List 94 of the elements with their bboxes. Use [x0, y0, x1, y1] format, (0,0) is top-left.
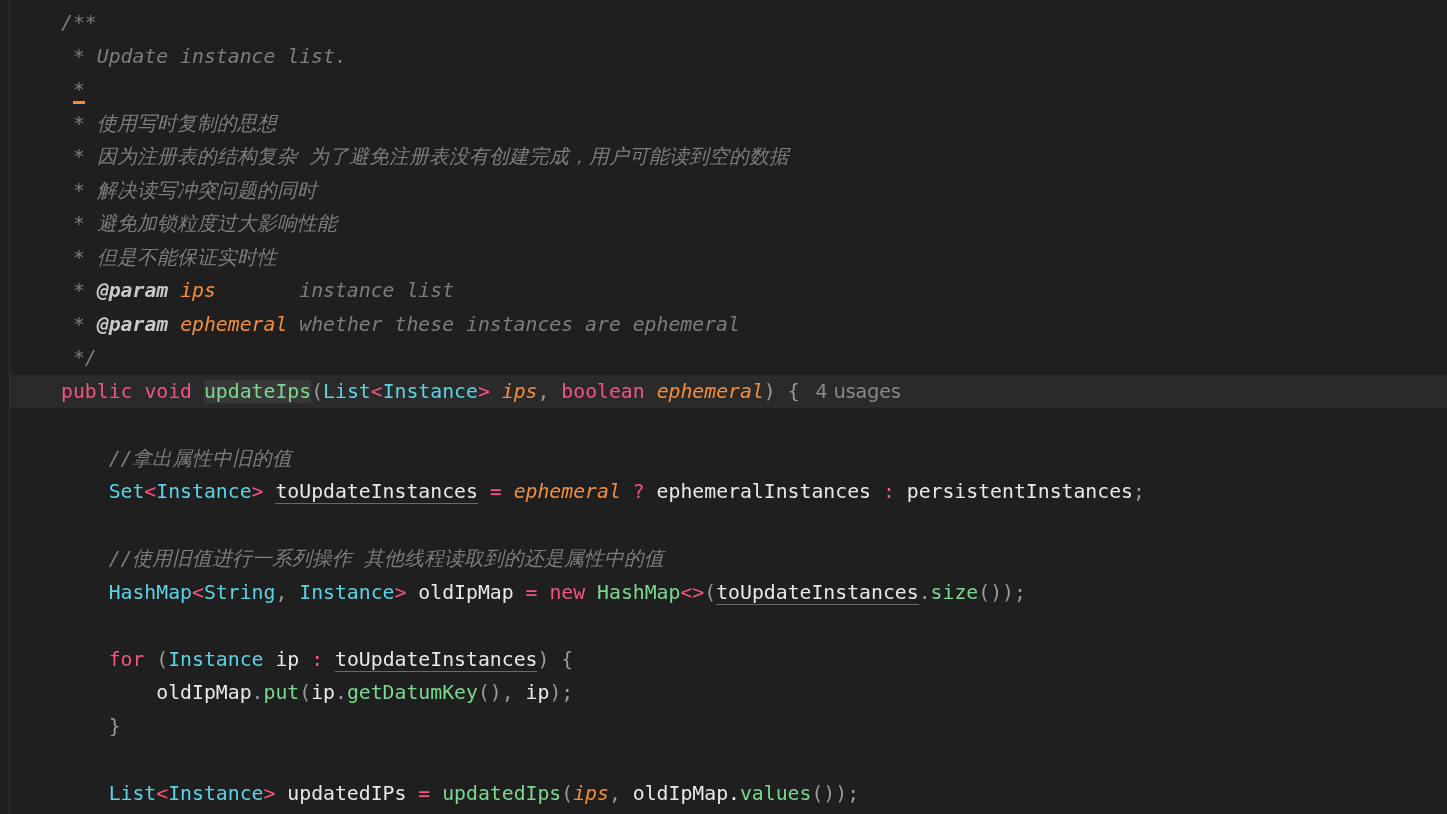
method-call: values	[739, 781, 812, 805]
code-identifier: ip	[525, 681, 550, 704]
code-comment: /**	[61, 11, 97, 34]
code-operator: ?	[632, 480, 645, 503]
code-operator: <	[370, 379, 383, 403]
code-identifier: ephemeralInstances	[656, 480, 871, 503]
code-operator: =	[525, 580, 538, 604]
code-punctuation: .	[251, 681, 264, 704]
type-name: HashMap	[108, 580, 192, 604]
code-punctuation: }	[108, 714, 121, 738]
code-comment: *	[72, 312, 85, 336]
parameter-name: ips	[573, 781, 609, 805]
code-punctuation: (	[561, 781, 574, 805]
code-punctuation: (),	[477, 681, 514, 704]
type-name: Instance	[382, 379, 478, 403]
code-operator: :	[882, 480, 895, 503]
code-punctuation: (	[311, 379, 324, 403]
code-operator: >	[251, 480, 264, 503]
type-name: Set	[108, 480, 145, 503]
code-comment: * 因为注册表的结构复杂 为了避免注册表没有创建完成，用户可能读到空的数据	[72, 145, 789, 168]
code-keyword: new	[549, 580, 586, 604]
parameter-name: ephemeral	[656, 379, 764, 403]
code-punctuation: ,	[608, 781, 621, 805]
code-keyword: void	[144, 379, 193, 403]
code-operator: >	[263, 781, 276, 805]
code-punctuation: )	[537, 647, 550, 671]
code-identifier: toUpdateInstances	[275, 480, 478, 504]
code-punctuation: .	[918, 580, 931, 604]
code-identifier: persistentInstances	[906, 480, 1133, 503]
parameter-name: ephemeral	[513, 480, 621, 503]
code-keyword: for	[108, 647, 145, 671]
code-identifier: oldIpMap.	[632, 781, 740, 805]
doc-tag: @param	[96, 279, 169, 302]
code-operator: =	[489, 480, 502, 503]
code-punctuation: ());	[811, 781, 860, 805]
method-call: size	[930, 580, 979, 604]
code-punctuation: .	[334, 681, 347, 704]
code-identifier: ip	[311, 681, 335, 704]
doc-tag: @param	[96, 312, 169, 336]
code-operator: <	[144, 480, 157, 503]
code-comment: whether these instances are ephemeral	[299, 312, 740, 336]
code-comment: *	[72, 78, 85, 104]
type-name: Instance	[168, 781, 264, 805]
code-identifier: updatedIPs	[287, 781, 407, 805]
code-punctuation: )	[763, 379, 776, 403]
code-comment: //使用旧值进行一系列操作 其他线程读取到的还是属性中的值	[108, 547, 665, 570]
code-punctuation: );	[549, 681, 574, 704]
method-call: updatedIps	[442, 781, 562, 805]
code-comment: * 使用写时复制的思想	[72, 111, 277, 135]
code-punctuation: ;	[1133, 480, 1145, 503]
code-comment: * 但是不能保证实时性	[72, 245, 277, 269]
method-call: HashMap	[597, 580, 681, 604]
type-name: Instance	[299, 580, 395, 604]
code-operator: :	[311, 647, 324, 671]
code-comment: //拿出属性中旧的值	[108, 446, 293, 470]
method-call: put	[263, 681, 300, 704]
code-operator: =	[418, 781, 431, 805]
code-identifier: oldIpMap	[156, 681, 252, 704]
code-punctuation: ());	[978, 580, 1026, 604]
code-comment: * Update instance list.	[72, 44, 347, 68]
type-name: List	[108, 781, 157, 805]
code-keyword: public	[61, 379, 133, 403]
code-keyword: boolean	[561, 379, 645, 403]
type-name: Instance	[168, 647, 264, 671]
code-punctuation: (	[156, 647, 169, 671]
code-punctuation: (	[299, 681, 312, 704]
code-operator: >	[477, 379, 490, 403]
code-operator: <	[156, 781, 169, 805]
code-comment: * 解决读写冲突问题的同时	[72, 178, 317, 202]
code-punctuation: (	[704, 580, 717, 604]
method-call: getDatumKey	[346, 681, 478, 704]
doc-parameter: ips	[180, 278, 217, 304]
code-comment: */	[72, 346, 97, 369]
code-comment: instance list	[299, 279, 455, 302]
code-identifier: oldIpMap	[418, 580, 514, 604]
code-punctuation: {	[787, 379, 800, 403]
code-comment: * 避免加锁粒度过大影响性能	[72, 212, 337, 235]
code-operator: >	[394, 580, 407, 604]
code-comment: *	[72, 279, 85, 302]
type-name: String	[203, 580, 276, 604]
parameter-name: ips	[501, 379, 538, 403]
method-name: updateIps	[203, 379, 312, 403]
doc-parameter: ephemeral	[180, 311, 288, 338]
code-punctuation: {	[561, 647, 574, 671]
code-operator: <	[192, 580, 204, 604]
code-identifier: toUpdateInstances	[716, 580, 919, 605]
type-name: List	[323, 379, 371, 403]
code-punctuation: ,	[275, 580, 288, 604]
code-operator: <>	[680, 580, 705, 604]
code-identifier: ip	[275, 647, 300, 671]
code-identifier: toUpdateInstances	[335, 647, 538, 672]
code-punctuation: ,	[537, 379, 550, 403]
usages-hint: 4 usages	[815, 379, 901, 402]
type-name: Instance	[156, 480, 252, 503]
